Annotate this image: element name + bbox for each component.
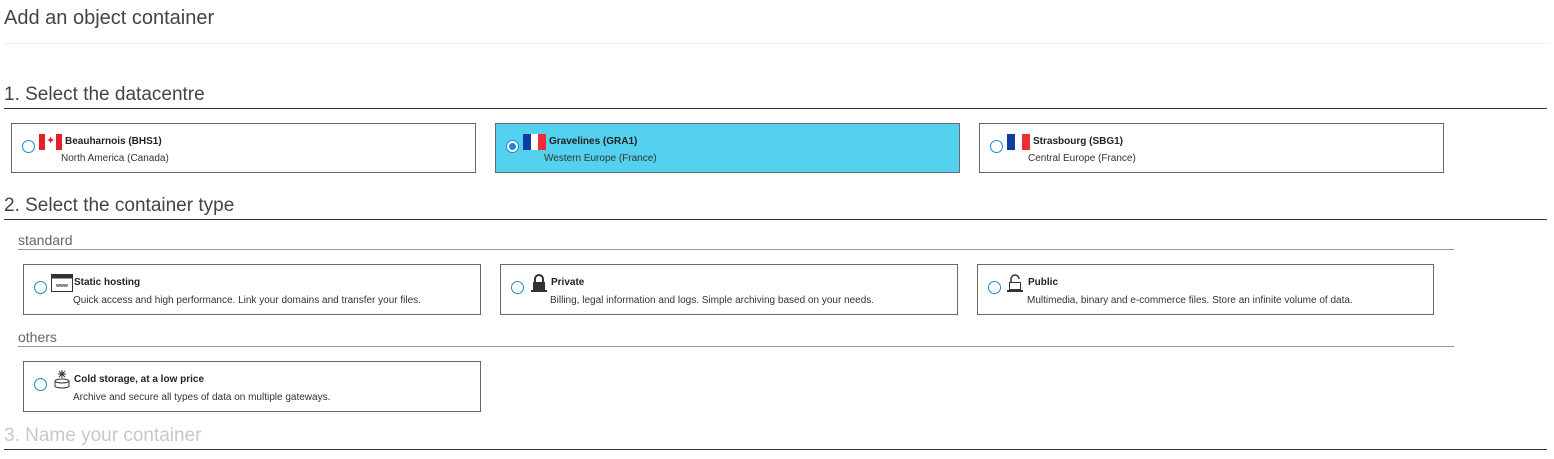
radio-button[interactable]: [988, 281, 1001, 294]
section-title-name-container: 3. Name your container: [4, 425, 1547, 450]
radio-button[interactable]: [22, 140, 35, 153]
container-type-card-static-hosting[interactable]: www Static hosting Quick access and high…: [23, 264, 481, 315]
datacentre-name: Strasbourg (SBG1): [1033, 136, 1124, 147]
radio-button-selected[interactable]: [506, 140, 519, 153]
france-flag-icon: [1007, 134, 1031, 150]
container-type-name: Static hosting: [74, 277, 141, 288]
padlock-locked-icon: [531, 274, 547, 292]
padlock-unlocked-icon: [1007, 274, 1023, 292]
title-divider: [4, 43, 1550, 44]
datacentre-card-gra1[interactable]: Gravelines (GRA1) Western Europe (France…: [495, 123, 960, 173]
container-type-name: Cold storage, at a low price: [74, 374, 205, 385]
container-type-description: Billing, legal information and logs. Sim…: [550, 295, 875, 306]
container-type-description: Quick access and high performance. Link …: [73, 295, 421, 306]
radio-button[interactable]: [34, 281, 47, 294]
container-type-card-private[interactable]: Private Billing, legal information and l…: [500, 264, 958, 315]
datacentre-card-sbg1[interactable]: Strasbourg (SBG1) Central Europe (France…: [979, 123, 1444, 173]
container-type-card-public[interactable]: Public Multimedia, binary and e-commerce…: [977, 264, 1434, 315]
container-type-name: Public: [1028, 277, 1059, 288]
datacentre-name: Gravelines (GRA1): [549, 136, 638, 147]
france-flag-icon: [523, 134, 547, 150]
radio-button[interactable]: [511, 281, 524, 294]
container-type-description: Archive and secure all types of data on …: [73, 392, 331, 403]
container-type-description: Multimedia, binary and e-commerce files.…: [1027, 295, 1353, 306]
cold-storage-icon: [54, 370, 70, 389]
radio-button[interactable]: [34, 378, 47, 391]
section-title-datacentre: 1. Select the datacentre: [4, 84, 1547, 109]
datacentre-name: Beauharnois (BHS1): [65, 136, 162, 147]
canada-flag-icon: [39, 134, 63, 150]
radio-button[interactable]: [990, 140, 1003, 153]
page-title: Add an object container: [4, 7, 215, 29]
datacentre-region: North America (Canada): [61, 153, 169, 164]
svg-text:www: www: [55, 283, 68, 289]
datacentre-card-bhs1[interactable]: Beauharnois (BHS1) North America (Canada…: [11, 123, 476, 173]
group-label-standard: standard: [18, 232, 1454, 250]
section-title-container-type: 2. Select the container type: [4, 195, 1547, 220]
container-type-name: Private: [551, 277, 585, 288]
datacentre-region: Central Europe (France): [1028, 153, 1136, 164]
datacentre-region: Western Europe (France): [544, 153, 657, 164]
group-label-others: others: [18, 329, 1454, 347]
container-type-card-cold-storage[interactable]: Cold storage, at a low price Archive and…: [23, 361, 481, 412]
www-browser-icon: www: [51, 274, 73, 292]
